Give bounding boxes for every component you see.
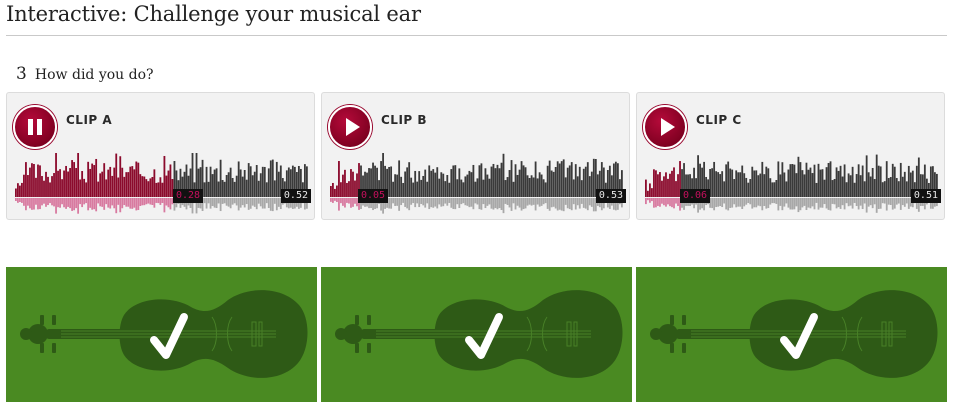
violin-icon [335, 290, 623, 378]
clip-label: CLIP B [381, 113, 428, 127]
current-time: 0.05 [358, 189, 389, 203]
clip-card-c: CLIP C 0.06 0.51 [636, 92, 945, 220]
result-card-a [6, 267, 317, 402]
step-number: 3 [16, 64, 27, 84]
clip-label: CLIP A [66, 113, 113, 127]
page-title: Interactive: Challenge your musical ear [6, 2, 421, 26]
result-card-b [321, 267, 632, 402]
waveform[interactable] [330, 153, 623, 219]
play-button[interactable] [643, 105, 687, 149]
step-text: How did you do? [34, 67, 154, 83]
current-time: 0.28 [173, 189, 204, 203]
waveform[interactable] [645, 153, 938, 219]
play-button[interactable] [328, 105, 372, 149]
step-heading: 3 How did you do? [16, 64, 154, 84]
duration: 0.53 [595, 189, 626, 203]
play-icon [346, 118, 360, 136]
clip-card-a: CLIP A 0.28 0.52 [6, 92, 315, 220]
pause-icon [28, 119, 33, 135]
pause-icon-bar [37, 119, 42, 135]
duration: 0.52 [280, 189, 311, 203]
title-divider [6, 35, 947, 36]
play-icon [661, 118, 675, 136]
clip-label: CLIP C [696, 113, 742, 127]
current-time: 0.06 [680, 189, 711, 203]
violin-icon [650, 290, 938, 378]
violin-icon [20, 290, 308, 378]
duration: 0.51 [910, 189, 941, 203]
result-card-c [636, 267, 947, 402]
waveform[interactable] [15, 153, 308, 219]
pause-button[interactable] [13, 105, 57, 149]
clip-card-b: CLIP B 0.05 0.53 [321, 92, 630, 220]
